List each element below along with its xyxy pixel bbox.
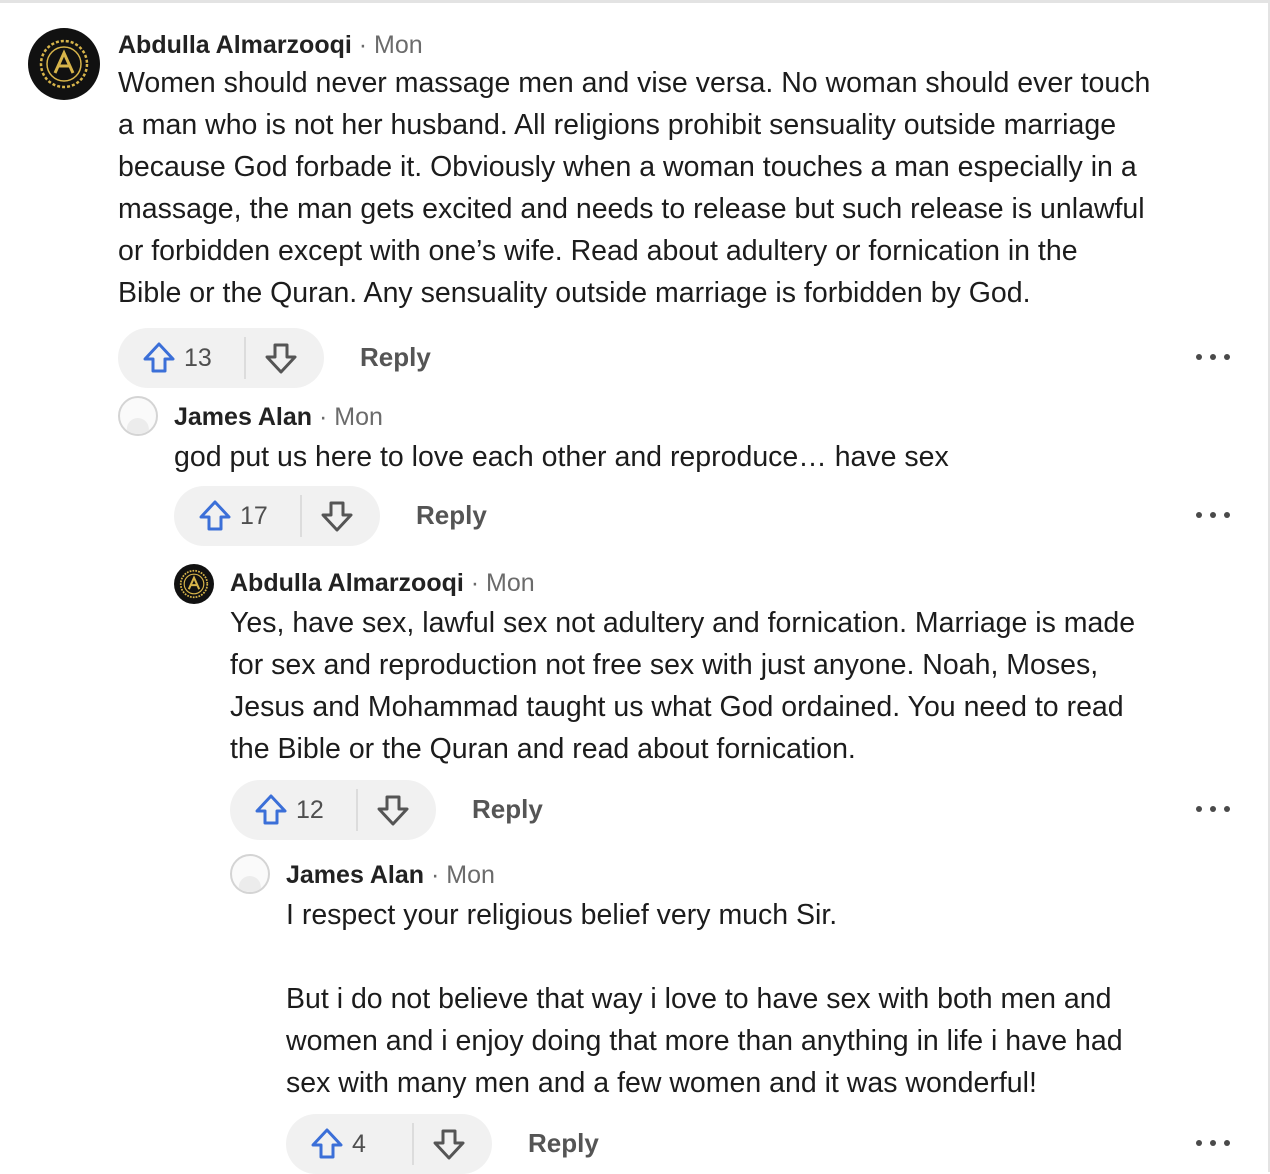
vote-pill: 4 [286,1114,492,1174]
comment-actions: 13 Reply [118,328,1230,388]
author-avatar[interactable] [118,396,158,436]
reply-button[interactable]: Reply [528,1128,599,1159]
comment-2: James Alan · Mon god put us here to love… [118,396,1230,546]
author-name[interactable]: Abdulla Almarzooqi [230,569,464,597]
arrow-down-outline-icon [265,343,297,374]
comment-time[interactable]: Mon [446,861,495,889]
comment-time[interactable]: Mon [374,31,423,59]
top-divider [0,0,1268,3]
comment-header: James Alan · Mon [286,858,1230,894]
upvote-button[interactable] [194,495,236,537]
separator-dot: · [431,861,440,889]
vote-pill: 17 [174,486,380,546]
comment-1: Abdulla Almarzooqi · Mon Women should ne… [28,26,1230,388]
logo-letter-a-icon [39,39,89,89]
vote-count: 17 [240,501,268,530]
reply-button[interactable]: Reply [472,794,543,825]
vote-pill: 13 [118,328,324,388]
upvote-button[interactable] [306,1123,348,1165]
comment-time[interactable]: Mon [334,403,383,431]
comment-body: I respect your religious belief very muc… [286,899,1123,1099]
vote-divider [244,337,246,379]
vote-divider [300,495,302,537]
author-avatar[interactable] [230,854,270,894]
comment-actions: 17 Reply [174,486,1230,546]
author-name[interactable]: James Alan [174,403,312,431]
arrow-up-outline-icon [199,500,231,531]
author-avatar[interactable] [28,28,100,100]
vote-divider [356,789,358,831]
arrow-up-outline-icon [143,342,175,373]
author-name[interactable]: Abdulla Almarzooqi [118,31,352,59]
vote-divider [412,1123,414,1165]
reply-button[interactable]: Reply [360,342,431,373]
comment-header: James Alan · Mon [174,400,1230,436]
comment-body: god put us here to love each other and r… [174,441,949,473]
more-options-icon[interactable] [1196,498,1230,532]
logo-letter-a-icon [179,569,209,599]
arrow-down-outline-icon [321,501,353,532]
arrow-up-outline-icon [311,1128,343,1159]
vote-count: 4 [352,1129,366,1158]
comment-4: James Alan · Mon I respect your religiou… [230,854,1230,1174]
comment-header: Abdulla Almarzooqi · Mon [118,26,1230,62]
vote-count: 13 [184,343,212,372]
comment-3: Abdulla Almarzooqi · Mon Yes, have sex, … [174,564,1230,840]
more-options-icon[interactable] [1196,792,1230,826]
vote-count: 12 [296,795,324,824]
comment-body: Women should never massage men and vise … [118,67,1151,309]
more-options-icon[interactable] [1196,340,1230,374]
arrow-up-outline-icon [255,794,287,825]
vote-pill: 12 [230,780,436,840]
downvote-button[interactable] [428,1123,470,1165]
separator-dot: · [470,569,480,597]
author-name[interactable]: James Alan [286,861,424,889]
comment-actions: 4 Reply [286,1114,1230,1174]
more-options-icon[interactable] [1196,1126,1230,1160]
downvote-button[interactable] [372,789,414,831]
arrow-down-outline-icon [377,795,409,826]
separator-dot: · [358,31,368,59]
upvote-button[interactable] [250,789,292,831]
comment-time[interactable]: Mon [486,569,535,597]
author-avatar[interactable] [174,564,214,604]
comment-actions: 12 Reply [230,780,1230,840]
reply-button[interactable]: Reply [416,500,487,531]
downvote-button[interactable] [316,495,358,537]
comment-body: Yes, have sex, lawful sex not adultery a… [230,607,1136,765]
separator-dot: · [319,403,328,431]
downvote-button[interactable] [260,337,302,379]
arrow-down-outline-icon [433,1129,465,1160]
comment-header: Abdulla Almarzooqi · Mon [230,566,1230,602]
upvote-button[interactable] [138,337,180,379]
